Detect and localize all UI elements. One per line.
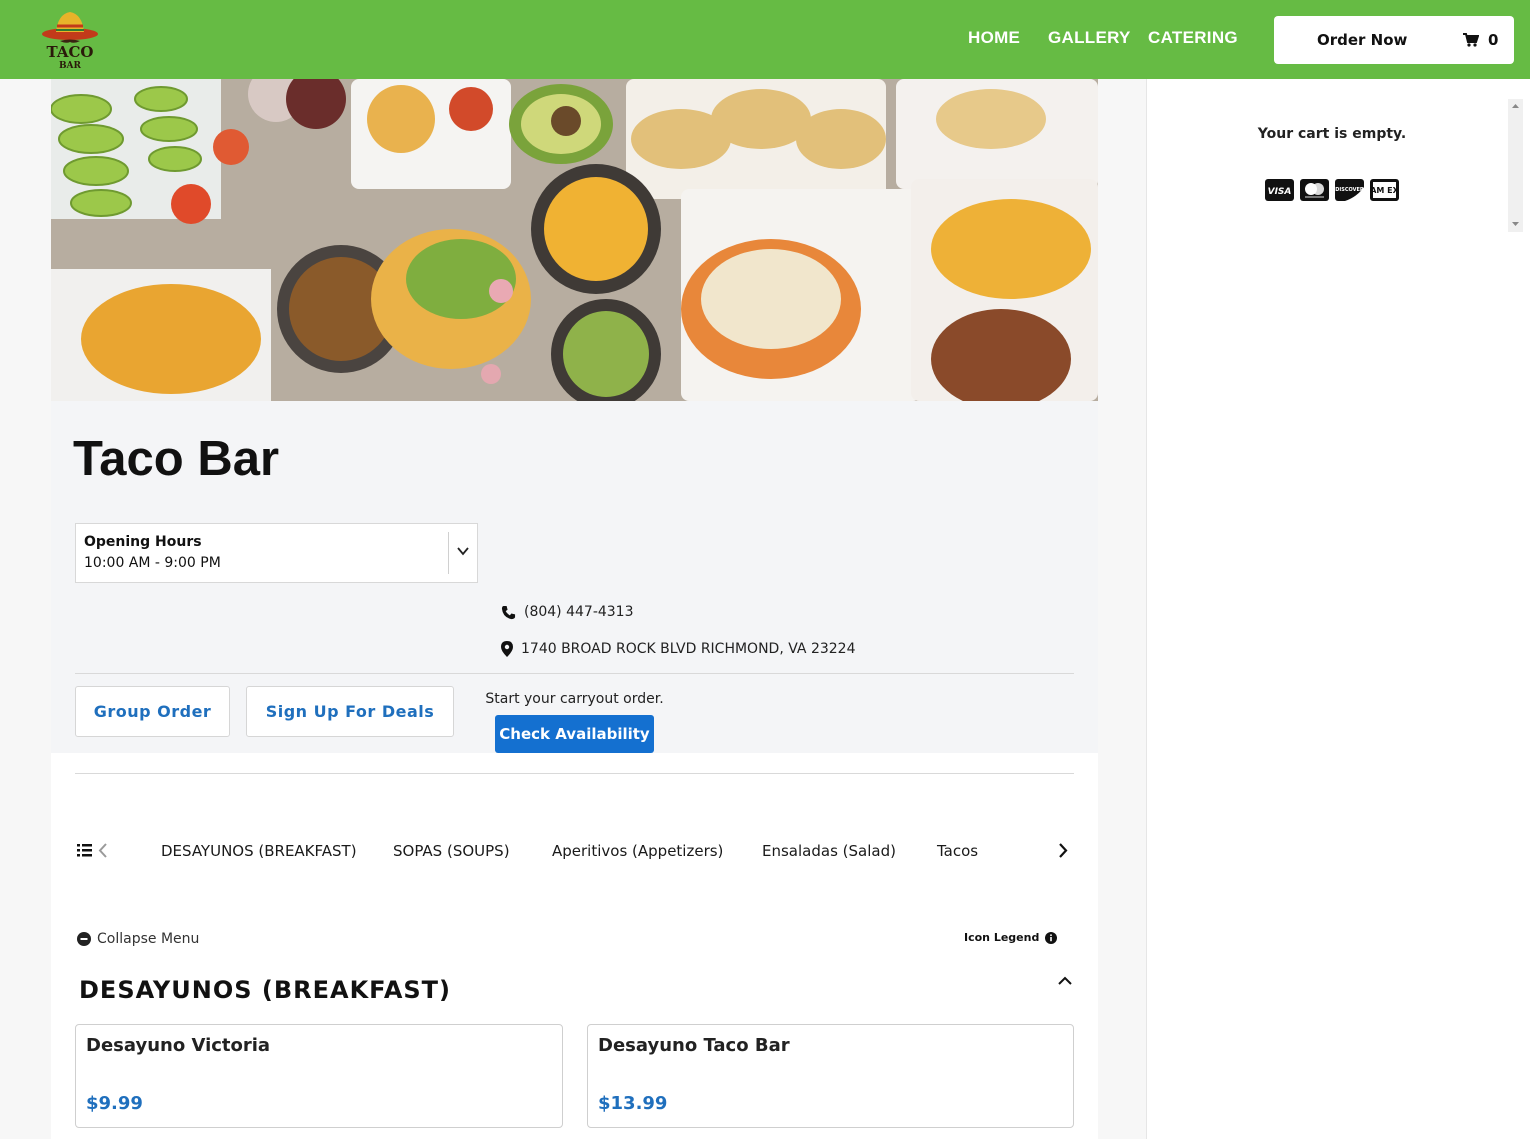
icon-legend-button[interactable]: Icon Legend [964,931,1058,944]
shopping-cart-icon [1463,33,1479,47]
nav-home-link[interactable]: HOME [968,28,1020,48]
collapse-menu-label: Collapse Menu [97,931,200,947]
discover-icon: DISCOVER [1335,179,1364,201]
divider [448,532,449,574]
menu-item-name: Desayuno Victoria [86,1035,271,1056]
menu-item-price: $9.99 [86,1093,143,1114]
cart-indicator[interactable]: 0 [1463,31,1498,49]
divider [75,673,1074,674]
category-tab-salad[interactable]: Ensaladas (Salad) [762,842,896,860]
svg-text:AM EX: AM EX [1370,186,1399,195]
chevron-left-icon[interactable] [98,843,108,858]
chevron-up-icon[interactable] [1057,975,1073,987]
scroll-up-icon[interactable] [1508,101,1523,111]
category-tab-soups[interactable]: SOPAS (SOUPS) [393,842,510,860]
visa-icon: VISA [1265,179,1294,201]
scroll-down-icon[interactable] [1508,219,1523,229]
carryout-prompt: Start your carryout order. [485,691,664,707]
order-now-button[interactable]: Order Now 0 [1274,16,1514,64]
category-tab-appetizers[interactable]: Aperitivos (Appetizers) [552,842,723,860]
menu-item-name: Desayuno Taco Bar [598,1035,790,1056]
category-list-icon[interactable] [77,844,92,857]
address-contact[interactable]: 1740 BROAD ROCK BLVD RICHMOND, VA 23224 [501,641,855,657]
cart-empty-message: Your cart is empty. [1257,126,1407,142]
nav-gallery-link[interactable]: GALLERY [1048,28,1131,48]
menu-item-card[interactable]: Desayuno Victoria $9.99 [75,1024,563,1128]
nav-catering-link[interactable]: CATERING [1148,28,1238,48]
menu-item-card[interactable]: Desayuno Taco Bar $13.99 [587,1024,1074,1128]
minus-circle-icon [77,932,91,946]
category-tab-breakfast[interactable]: DESAYUNOS (BREAKFAST) [161,842,357,860]
svg-text:BAR: BAR [59,61,82,70]
order-now-label: Order Now [1317,31,1408,49]
restaurant-title: Taco Bar [73,432,280,486]
divider [75,773,1074,774]
info-icon [1045,931,1058,944]
top-navbar: TACO BAR HOME GALLERY CATERING Order Now… [0,0,1530,79]
hours-title: Opening Hours [84,534,202,550]
chevron-down-icon [457,547,469,556]
cart-count: 0 [1488,31,1499,49]
phone-icon [501,605,516,619]
address-text: 1740 BROAD ROCK BLVD RICHMOND, VA 23224 [521,641,856,657]
icon-legend-label: Icon Legend [964,931,1040,944]
main-content: Taco Bar Opening Hours 10:00 AM - 9:00 P… [51,79,1098,1139]
phone-number: (804) 447-4313 [524,604,634,620]
category-tab-tacos[interactable]: Tacos [937,842,978,860]
taco-bar-logo[interactable]: TACO BAR [40,8,100,71]
opening-hours-dropdown[interactable]: Opening Hours 10:00 AM - 9:00 PM [75,523,478,583]
cart-scrollbar[interactable] [1508,99,1523,232]
mastercard-icon [1300,179,1329,201]
svg-text:TACO: TACO [47,43,94,61]
payment-methods: VISA DISCOVER AM EX [1265,179,1399,201]
phone-contact[interactable]: (804) 447-4313 [501,604,634,620]
cart-panel: Your cart is empty. VISA DISCOVER AM EX [1146,79,1530,1139]
chevron-right-icon[interactable] [1058,843,1068,858]
svg-text:DISCOVER: DISCOVER [1335,187,1364,193]
menu-item-price: $13.99 [598,1093,668,1114]
section-title: DESAYUNOS (BREAKFAST) [79,976,452,1004]
map-pin-icon [501,641,513,657]
amex-icon: AM EX [1370,179,1399,201]
check-availability-button[interactable]: Check Availability [495,715,654,753]
hero-food-image [51,79,1098,401]
hours-value: 10:00 AM - 9:00 PM [84,555,221,571]
svg-text:VISA: VISA [1268,187,1292,197]
collapse-menu-toggle[interactable]: Collapse Menu [77,931,199,947]
